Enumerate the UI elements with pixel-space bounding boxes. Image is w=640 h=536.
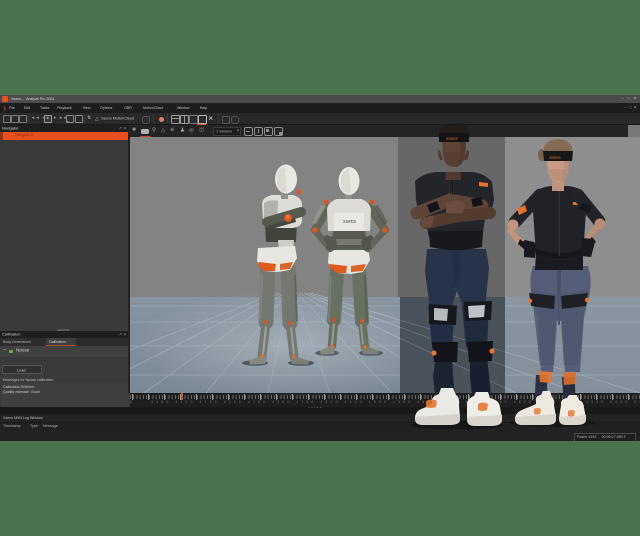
svg-text:xsens: xsens <box>446 136 459 141</box>
svg-text:xsens: xsens <box>343 219 357 225</box>
svg-text:xsens: xsens <box>549 155 562 160</box>
